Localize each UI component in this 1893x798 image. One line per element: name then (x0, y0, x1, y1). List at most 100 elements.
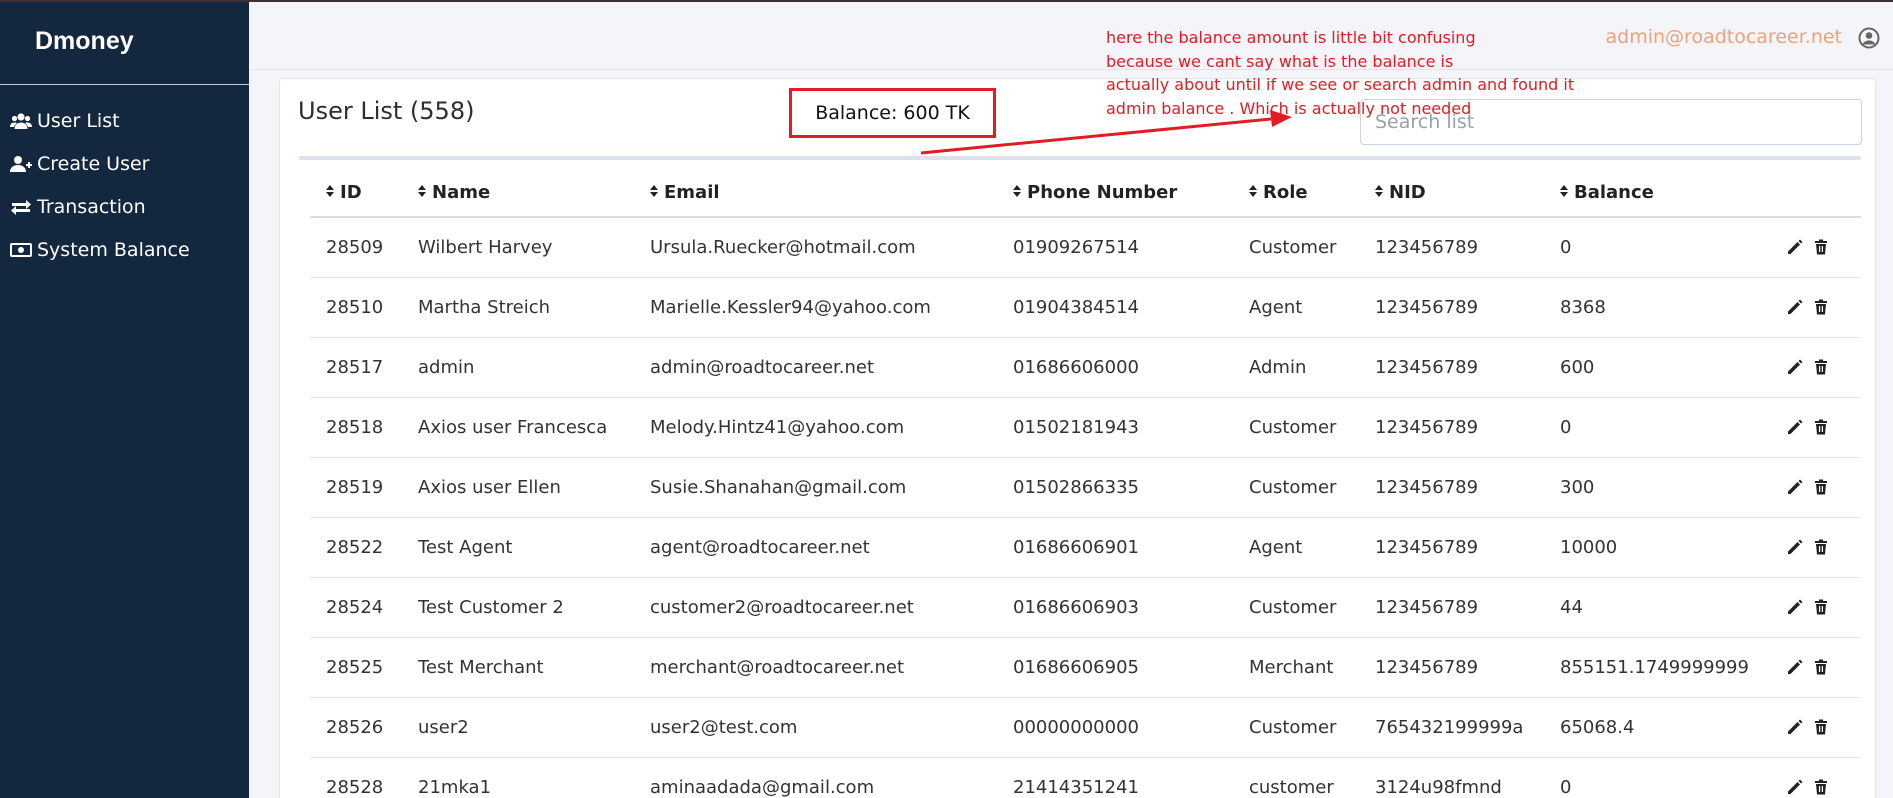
edit-icon[interactable] (1786, 598, 1804, 616)
edit-icon[interactable] (1786, 538, 1804, 556)
column-header-balance[interactable]: Balance (1544, 169, 1770, 218)
cell-name: admin (402, 337, 634, 398)
edit-icon[interactable] (1786, 658, 1804, 676)
cell-id: 28526 (310, 697, 402, 758)
edit-icon[interactable] (1786, 358, 1804, 376)
column-header-phone[interactable]: Phone Number (997, 169, 1233, 218)
cell-nid: 123456789 (1359, 637, 1544, 698)
column-header-role[interactable]: Role (1233, 169, 1359, 218)
column-header-actions (1770, 169, 1861, 218)
sidebar-item-transaction[interactable]: Transaction (0, 185, 249, 228)
row-actions (1786, 538, 1861, 556)
cell-nid: 765432199999a (1359, 697, 1544, 758)
sort-icon (326, 185, 334, 197)
row-actions (1786, 598, 1861, 616)
brand-logo: Dmoney (0, 2, 249, 85)
edit-icon[interactable] (1786, 298, 1804, 316)
delete-icon[interactable] (1812, 598, 1830, 616)
cell-email: Ursula.Ruecker@hotmail.com (634, 217, 997, 278)
cell-phone: 00000000000 (997, 697, 1233, 758)
cell-phone: 01502181943 (997, 397, 1233, 458)
delete-icon[interactable] (1812, 418, 1830, 436)
sidebar-item-user-list[interactable]: User List (0, 99, 249, 142)
sidebar-item-system-balance[interactable]: System Balance (0, 228, 249, 271)
cell-actions (1770, 277, 1861, 338)
balance-highlight-box: Balance: 600 TK (789, 88, 996, 138)
cell-email: customer2@roadtocareer.net (634, 577, 997, 638)
delete-icon[interactable] (1812, 238, 1830, 256)
delete-icon[interactable] (1812, 658, 1830, 676)
cell-nid: 3124u98fmnd (1359, 757, 1544, 798)
cell-name: Axios user Ellen (402, 457, 634, 518)
cell-name: Test Customer 2 (402, 577, 634, 638)
column-header-email[interactable]: Email (634, 169, 997, 218)
column-header-nid[interactable]: NID (1359, 169, 1544, 218)
column-header-name[interactable]: Name (402, 169, 634, 218)
cell-phone: 01686606903 (997, 577, 1233, 638)
row-actions (1786, 718, 1861, 736)
cell-phone: 21414351241 (997, 757, 1233, 798)
user-list-card: User List (558) Balance: 600 TK ID Name … (279, 78, 1876, 798)
cell-email: merchant@roadtocareer.net (634, 637, 997, 698)
row-actions (1786, 418, 1861, 436)
cell-email: Susie.Shanahan@gmail.com (634, 457, 997, 518)
column-header-id[interactable]: ID (310, 169, 402, 218)
cell-email: admin@roadtocareer.net (634, 337, 997, 398)
cell-balance: 0 (1544, 757, 1770, 798)
cell-role: Customer (1233, 697, 1359, 758)
cell-actions (1770, 697, 1861, 758)
edit-icon[interactable] (1786, 238, 1804, 256)
cell-name: Wilbert Harvey (402, 217, 634, 278)
top-bar: admin@roadtocareer.net (249, 2, 1893, 70)
cell-role: Agent (1233, 277, 1359, 338)
cell-role: Agent (1233, 517, 1359, 578)
cell-phone: 01502866335 (997, 457, 1233, 518)
table-row: 28510 Martha Streich Marielle.Kessler94@ya… (310, 277, 1861, 338)
sort-icon (418, 185, 426, 197)
edit-icon[interactable] (1786, 478, 1804, 496)
cell-role: customer (1233, 757, 1359, 798)
delete-icon[interactable] (1812, 778, 1830, 796)
cell-phone: 01686606000 (997, 337, 1233, 398)
delete-icon[interactable] (1812, 298, 1830, 316)
delete-icon[interactable] (1812, 538, 1830, 556)
cell-role: Customer (1233, 457, 1359, 518)
cell-name: user2 (402, 697, 634, 758)
edit-icon[interactable] (1786, 778, 1804, 796)
user-circle-icon[interactable] (1858, 27, 1880, 49)
delete-icon[interactable] (1812, 718, 1830, 736)
cell-role: Customer (1233, 397, 1359, 458)
sort-icon (1375, 185, 1383, 197)
table-row: 28524 Test Customer 2 customer2@roadtocare… (310, 577, 1861, 638)
sort-icon (1560, 185, 1568, 197)
sidebar-item-label: System Balance (37, 238, 190, 261)
sidebar-item-create-user[interactable]: Create User (0, 142, 249, 185)
user-email[interactable]: admin@roadtocareer.net (1606, 26, 1842, 48)
cell-balance: 10000 (1544, 517, 1770, 578)
cell-balance: 44 (1544, 577, 1770, 638)
header-divider (299, 156, 1861, 160)
cell-id: 28517 (310, 337, 402, 398)
cell-id: 28522 (310, 517, 402, 578)
table-row: 28519 Axios user Ellen Susie.Shanahan@gmai… (310, 457, 1861, 518)
cell-actions (1770, 397, 1861, 458)
sort-icon (1013, 185, 1021, 197)
users-icon (10, 112, 32, 129)
delete-icon[interactable] (1812, 358, 1830, 376)
cell-phone: 01686606901 (997, 517, 1233, 578)
cell-balance: 300 (1544, 457, 1770, 518)
edit-icon[interactable] (1786, 418, 1804, 436)
edit-icon[interactable] (1786, 718, 1804, 736)
search-input[interactable] (1360, 99, 1862, 145)
cell-nid: 123456789 (1359, 397, 1544, 458)
cell-name: 21mka1 (402, 757, 634, 798)
table-row: 28518 Axios user Francesca Melody.Hintz41@… (310, 397, 1861, 458)
user-table: ID Name Email Phone Number Role NID Bala… (310, 169, 1861, 798)
cell-actions (1770, 217, 1861, 278)
cell-name: Test Merchant (402, 637, 634, 698)
cell-nid: 123456789 (1359, 337, 1544, 398)
delete-icon[interactable] (1812, 478, 1830, 496)
cell-name: Test Agent (402, 517, 634, 578)
cell-role: Customer (1233, 577, 1359, 638)
row-actions (1786, 778, 1861, 796)
